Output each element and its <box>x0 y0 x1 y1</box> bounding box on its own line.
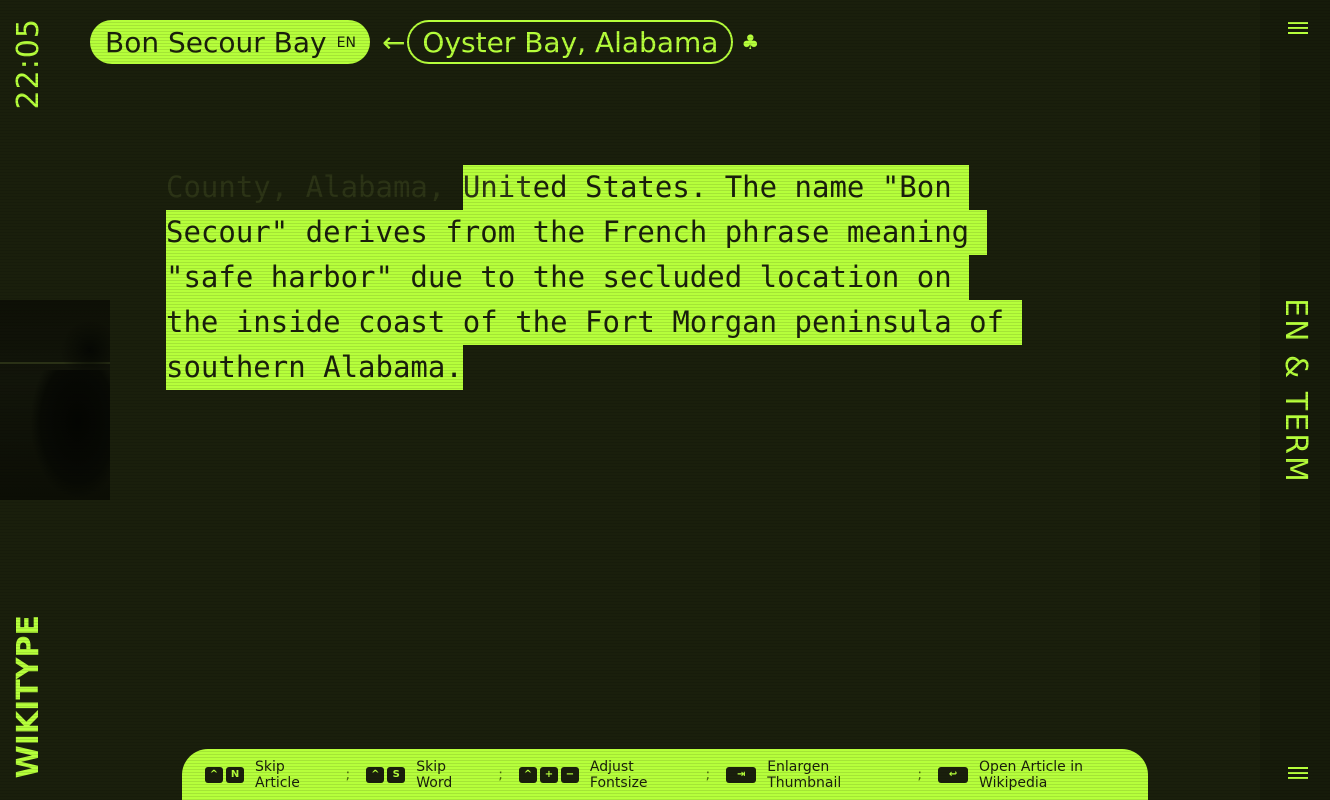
ctrl-key-icon: ^ <box>205 766 223 783</box>
separator: ; <box>345 766 351 783</box>
article-line: Secour" derives from the French phrase m… <box>166 210 1066 255</box>
menu-icon[interactable] <box>1288 22 1308 34</box>
thumbnail-tree <box>30 370 110 500</box>
untyped-text: southern Alabama. <box>166 345 463 390</box>
separator: ; <box>705 766 711 783</box>
article-line: "safe harbor" due to the secluded locati… <box>166 255 1066 300</box>
enter-key-icon: ↩ <box>938 766 969 783</box>
hint-label: Open Article in Wikipedia <box>979 758 1083 791</box>
tab-key-icon: ⇥ <box>726 766 757 783</box>
hint-label: Skip Article <box>255 758 300 791</box>
hint-skip-word[interactable]: ^ S Skip Word <box>366 759 482 791</box>
current-article-pill[interactable]: Bon Secour Bay EN <box>90 20 370 64</box>
plus-key-icon: + <box>539 766 558 783</box>
n-key-icon: N <box>226 766 244 783</box>
article-thumbnail[interactable] <box>0 300 110 500</box>
hint-open-wikipedia[interactable]: ↩ Open Article in Wikipedia <box>938 759 1148 791</box>
hint-adjust-fontsize[interactable]: ^ + − Adjust Fontsize <box>518 758 690 791</box>
hint-label: Skip Word <box>416 758 453 791</box>
separator: ; <box>498 766 503 783</box>
arrow-left-icon: ← <box>381 25 406 59</box>
shortcut-bar: ^ N Skip Article ; ^ S Skip Word ; ^ + −… <box>182 749 1148 800</box>
minus-key-icon: − <box>560 766 579 783</box>
ctrl-key-icon: ^ <box>366 766 385 783</box>
untyped-text: the inside coast of the Fort Morgan peni… <box>166 300 1022 345</box>
ctrl-key-icon: ^ <box>518 766 537 783</box>
clock: 22:05 <box>11 18 46 110</box>
left-rail: 22:05 WIKITYPE <box>0 0 110 800</box>
separator: ; <box>917 766 923 783</box>
typing-area[interactable]: County, Alabama, United States. The name… <box>166 165 1066 390</box>
typed-text: County, Alabama, <box>166 170 463 204</box>
next-article-pill[interactable]: Oyster Bay, Alabama <box>407 20 734 64</box>
article-line: County, Alabama, United States. The name… <box>166 165 1066 210</box>
cursor-word: Unit <box>462 165 533 210</box>
language-term-label[interactable]: EN & TERM <box>1278 298 1313 484</box>
untyped-text: "safe harbor" due to the secluded locati… <box>166 255 970 300</box>
hint-label: Enlargen Thumbnail <box>767 758 842 791</box>
hint-label: Adjust Fontsize <box>589 758 648 791</box>
hint-enlargen-thumbnail[interactable]: ⇥ Enlargen Thumbnail <box>726 759 901 791</box>
hint-skip-article[interactable]: ^ N Skip Article <box>205 759 330 791</box>
article-line: southern Alabama. <box>166 345 1066 390</box>
article-line: the inside coast of the Fort Morgan peni… <box>166 300 1066 345</box>
current-article-title: Bon Secour Bay <box>105 25 327 59</box>
article-header: Bon Secour Bay EN ← Oyster Bay, Alabama … <box>90 20 759 64</box>
next-article-title: Oyster Bay, Alabama <box>422 25 719 59</box>
current-article-lang: EN <box>336 35 356 51</box>
untyped-text: Secour" derives from the French phrase m… <box>166 210 987 255</box>
scanline-overlay <box>0 0 1330 800</box>
brand-logo: WIKITYPE <box>11 614 46 778</box>
clover-icon: ♣ <box>741 30 760 54</box>
s-key-icon: S <box>387 766 406 783</box>
menu-icon[interactable] <box>1288 767 1308 779</box>
right-rail: EN & TERM <box>1260 0 1330 800</box>
untyped-text: ed States. The name "Bon <box>532 165 970 210</box>
